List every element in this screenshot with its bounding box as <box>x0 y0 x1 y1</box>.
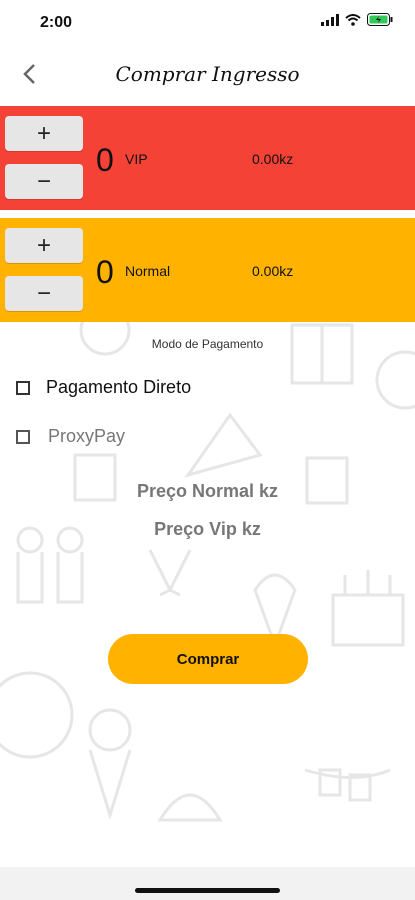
background-party-doodles <box>0 320 415 822</box>
normal-price: 0.00kz <box>252 263 294 279</box>
signal-icon <box>321 13 339 26</box>
wifi-icon <box>345 13 361 26</box>
payment-option-direct-label: Pagamento Direto <box>46 377 192 397</box>
status-icons <box>321 13 393 26</box>
payment-mode-heading: Modo de Pagamento <box>151 337 264 351</box>
payment-option-proxypay[interactable]: ProxyPay <box>16 426 125 447</box>
payment-option-direct[interactable]: Pagamento Direto <box>16 377 191 398</box>
buy-button[interactable]: Comprar <box>108 634 308 684</box>
checkbox-direct[interactable] <box>16 380 30 395</box>
normal-price-summary: Preço Normal kz <box>136 481 279 501</box>
home-indicator[interactable] <box>135 888 280 893</box>
normal-increment-button[interactable]: + <box>5 228 83 263</box>
navigation-bar: Comprar Ingresso <box>0 50 415 98</box>
normal-decrement-button[interactable]: − <box>5 276 83 311</box>
payment-option-proxypay-label: ProxyPay <box>48 426 126 446</box>
vip-decrement-button[interactable]: − <box>5 164 83 199</box>
ticket-row-vip: + − 0 VIP 0.00kz <box>0 106 415 210</box>
vip-price-summary: Preço Vip kz <box>154 519 261 539</box>
page-title: Comprar Ingresso <box>115 62 300 86</box>
status-bar: 2:00 <box>0 0 415 44</box>
checkbox-proxypay[interactable] <box>16 429 30 444</box>
normal-quantity: 0 <box>96 254 114 290</box>
normal-label: Normal <box>125 263 171 279</box>
battery-charging-icon <box>367 13 393 26</box>
vip-label: VIP <box>125 151 148 167</box>
ticket-row-normal: + − 0 Normal 0.00kz <box>0 218 415 322</box>
status-time: 2:00 <box>40 14 73 31</box>
bottom-bar <box>0 867 415 900</box>
vip-increment-button[interactable]: + <box>5 116 83 151</box>
vip-price: 0.00kz <box>252 151 294 167</box>
vip-quantity: 0 <box>96 142 114 178</box>
